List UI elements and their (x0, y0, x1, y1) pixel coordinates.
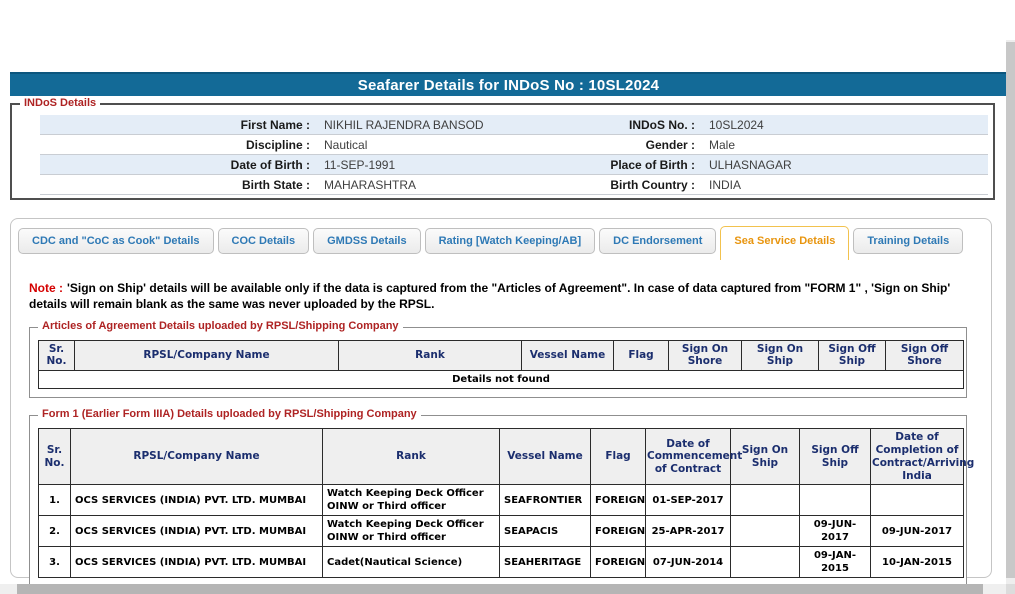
indos-row: Discipline : Nautical Gender : Male (40, 135, 988, 155)
field-value: Male (709, 137, 736, 152)
column-header-date-of-completion-of-contract-arriving-india: Date of Completion of Contract/Arriving … (870, 428, 974, 486)
cell-date-of-completion-of-contract-arriving-india (870, 484, 964, 517)
column-header-sign-off-shore: Sign Off Shore (885, 339, 964, 372)
tab-rating-watch-keeping-ab[interactable]: Rating [Watch Keeping/AB] (424, 228, 596, 254)
cell-sign-on-ship (730, 515, 800, 548)
column-header-flag: Flag (613, 339, 669, 372)
field-label: Date of Birth : (230, 157, 310, 172)
field-label: First Name : (240, 117, 310, 132)
cell-vessel-name: SEAPACIS (499, 515, 591, 548)
field-label: INDoS No. : (629, 117, 695, 132)
field-label: Birth Country : (610, 177, 695, 192)
cell-date-of-commencement-of-contract: 07-JUN-2014 (645, 546, 731, 579)
field-label: Birth State : (241, 177, 310, 192)
cell-sign-off-ship: 09-JUN-2017 (799, 515, 871, 548)
column-header-date-of-commencement-of-contract: Date of Commencement of Contract (645, 428, 742, 486)
cell-sign-off-ship: 09-JAN-2015 (799, 546, 871, 579)
tabs: CDC and "CoC as Cook" Details COC Details… (18, 226, 991, 260)
cell-rank: Watch Keeping Deck Officer OINW or Third… (322, 515, 500, 548)
field-value: NIKHIL RAJENDRA BANSOD (324, 117, 484, 132)
table-header-row: Sr. No. RPSL/Company Name Rank Vessel Name F… (38, 428, 974, 486)
scrollbar-corner (1006, 584, 1015, 594)
column-header-rank: Rank (338, 339, 522, 372)
column-header-flag: Flag (590, 428, 646, 486)
cell-rpsl-company-name: OCS SERVICES (INDIA) PVT. LTD. MUMBAI (70, 546, 323, 579)
agreement-section: Articles of Agreement Details uploaded b… (29, 319, 967, 399)
form1-legend: Form 1 (Earlier Form IIIA) Details uploa… (38, 408, 421, 421)
table-row: Details not found (38, 370, 964, 390)
page-title: Seafarer Details for INDoS No : 10SL2024 (357, 76, 660, 94)
indos-details-section: INDoS Details First Name : NIKHIL RAJENDR… (10, 97, 995, 200)
cell-sign-on-ship (730, 546, 800, 579)
column-header-sr-no: Sr. No. (38, 428, 71, 486)
indos-row: Birth State : MAHARASHTRA Birth Country : I… (40, 175, 988, 195)
cell-sign-off-ship (799, 484, 871, 517)
horizontal-scrollbar-thumb[interactable] (17, 584, 983, 594)
tab-panel: CDC and "CoC as Cook" Details COC Details… (10, 218, 992, 588)
cell-sr-no: 1. (38, 484, 71, 517)
cell-date-of-commencement-of-contract: 25-APR-2017 (645, 515, 731, 548)
column-header-rpsl-company-name: RPSL/Company Name (74, 339, 339, 372)
table-row: 1. OCS SERVICES (INDIA) PVT. LTD. MUMBAI W… (38, 484, 964, 517)
table-row: 3. OCS SERVICES (INDIA) PVT. LTD. MUMBAI C… (38, 546, 964, 579)
horizontal-scrollbar[interactable] (0, 584, 1015, 594)
field-label: Discipline : (245, 137, 310, 152)
tab-coc-details[interactable]: COC Details (217, 228, 310, 254)
column-header-sign-on-shore: Sign On Shore (668, 339, 742, 372)
agreement-legend: Articles of Agreement Details uploaded b… (38, 319, 403, 332)
column-header-sign-off-ship: Sign Off Ship (799, 428, 871, 486)
table-row: 2. OCS SERVICES (INDIA) PVT. LTD. MUMBAI W… (38, 515, 964, 548)
field-value: ULHASNAGAR (709, 157, 792, 172)
cell-rpsl-company-name: OCS SERVICES (INDIA) PVT. LTD. MUMBAI (70, 484, 323, 517)
column-header-vessel-name: Vessel Name (521, 339, 614, 372)
indos-row: First Name : NIKHIL RAJENDRA BANSOD INDoS … (40, 115, 988, 135)
column-header-sign-on-ship: Sign On Ship (741, 339, 819, 372)
cell-vessel-name: SEAFRONTIER (499, 484, 591, 517)
vertical-scrollbar-thumb[interactable] (1006, 42, 1015, 578)
field-value: INDIA (709, 177, 742, 192)
tab-cdc-and-coc-as-cook-details[interactable]: CDC and "CoC as Cook" Details (18, 228, 214, 254)
cell-flag: FOREIGN (590, 515, 646, 548)
indos-row: Date of Birth : 11-SEP-1991 Place of Birth… (40, 155, 988, 175)
form1-section: Form 1 (Earlier Form IIIA) Details uploa… (29, 408, 974, 588)
page-title-bar: Seafarer Details for INDoS No : 10SL2024 (10, 72, 1007, 96)
tab-gmdss-details[interactable]: GMDSS Details (313, 228, 421, 254)
cell-sign-on-ship (730, 484, 800, 517)
cell-date-of-completion-of-contract-arriving-india: 09-JUN-2017 (870, 515, 964, 548)
cell-vessel-name: SEAHERITAGE (499, 546, 591, 579)
column-header-rpsl-company-name: RPSL/Company Name (70, 428, 323, 486)
note: Note : 'Sign on Ship' details will be ava… (29, 281, 969, 313)
cell-sr-no: 2. (38, 515, 71, 548)
column-header-rank: Rank (322, 428, 500, 486)
tab-dc-endorsement[interactable]: DC Endorsement (599, 228, 717, 254)
field-value: 11-SEP-1991 (324, 157, 396, 172)
indos-rows: First Name : NIKHIL RAJENDRA BANSOD INDoS … (40, 115, 988, 195)
note-label: Note : (29, 281, 63, 295)
column-header-sr-no: Sr. No. (38, 339, 75, 372)
empty-message: Details not found (38, 370, 964, 390)
form1-table: Sr. No. RPSL/Company Name Rank Vessel Name F… (38, 428, 974, 579)
table-header-row: Sr. No. RPSL/Company Name Rank Vessel Name F… (38, 339, 964, 372)
cell-date-of-commencement-of-contract: 01-SEP-2017 (645, 484, 731, 517)
column-header-vessel-name: Vessel Name (499, 428, 591, 486)
cell-sr-no: 3. (38, 546, 71, 579)
vertical-scrollbar[interactable] (1006, 40, 1015, 584)
agreement-table: Sr. No. RPSL/Company Name Rank Vessel Name F… (38, 339, 964, 390)
field-value: 10SL2024 (709, 117, 764, 132)
field-value: Nautical (324, 137, 368, 152)
indos-details-legend: INDoS Details (20, 97, 101, 109)
cell-flag: FOREIGN (590, 484, 646, 517)
field-value: MAHARASHTRA (324, 177, 417, 192)
column-header-sign-off-ship: Sign Off Ship (818, 339, 886, 372)
cell-rpsl-company-name: OCS SERVICES (INDIA) PVT. LTD. MUMBAI (70, 515, 323, 548)
tab-training-details[interactable]: Training Details (853, 228, 964, 254)
cell-flag: FOREIGN (590, 546, 646, 579)
cell-rank: Cadet(Nautical Science) (322, 546, 500, 579)
field-label: Place of Birth : (610, 157, 695, 172)
cell-rank: Watch Keeping Deck Officer OINW or Third… (322, 484, 500, 517)
cell-date-of-completion-of-contract-arriving-india: 10-JAN-2015 (870, 546, 964, 579)
field-label: Gender : (645, 137, 695, 152)
tab-sea-service-details[interactable]: Sea Service Details (720, 226, 850, 260)
note-text: 'Sign on Ship' details will be available… (29, 281, 951, 311)
